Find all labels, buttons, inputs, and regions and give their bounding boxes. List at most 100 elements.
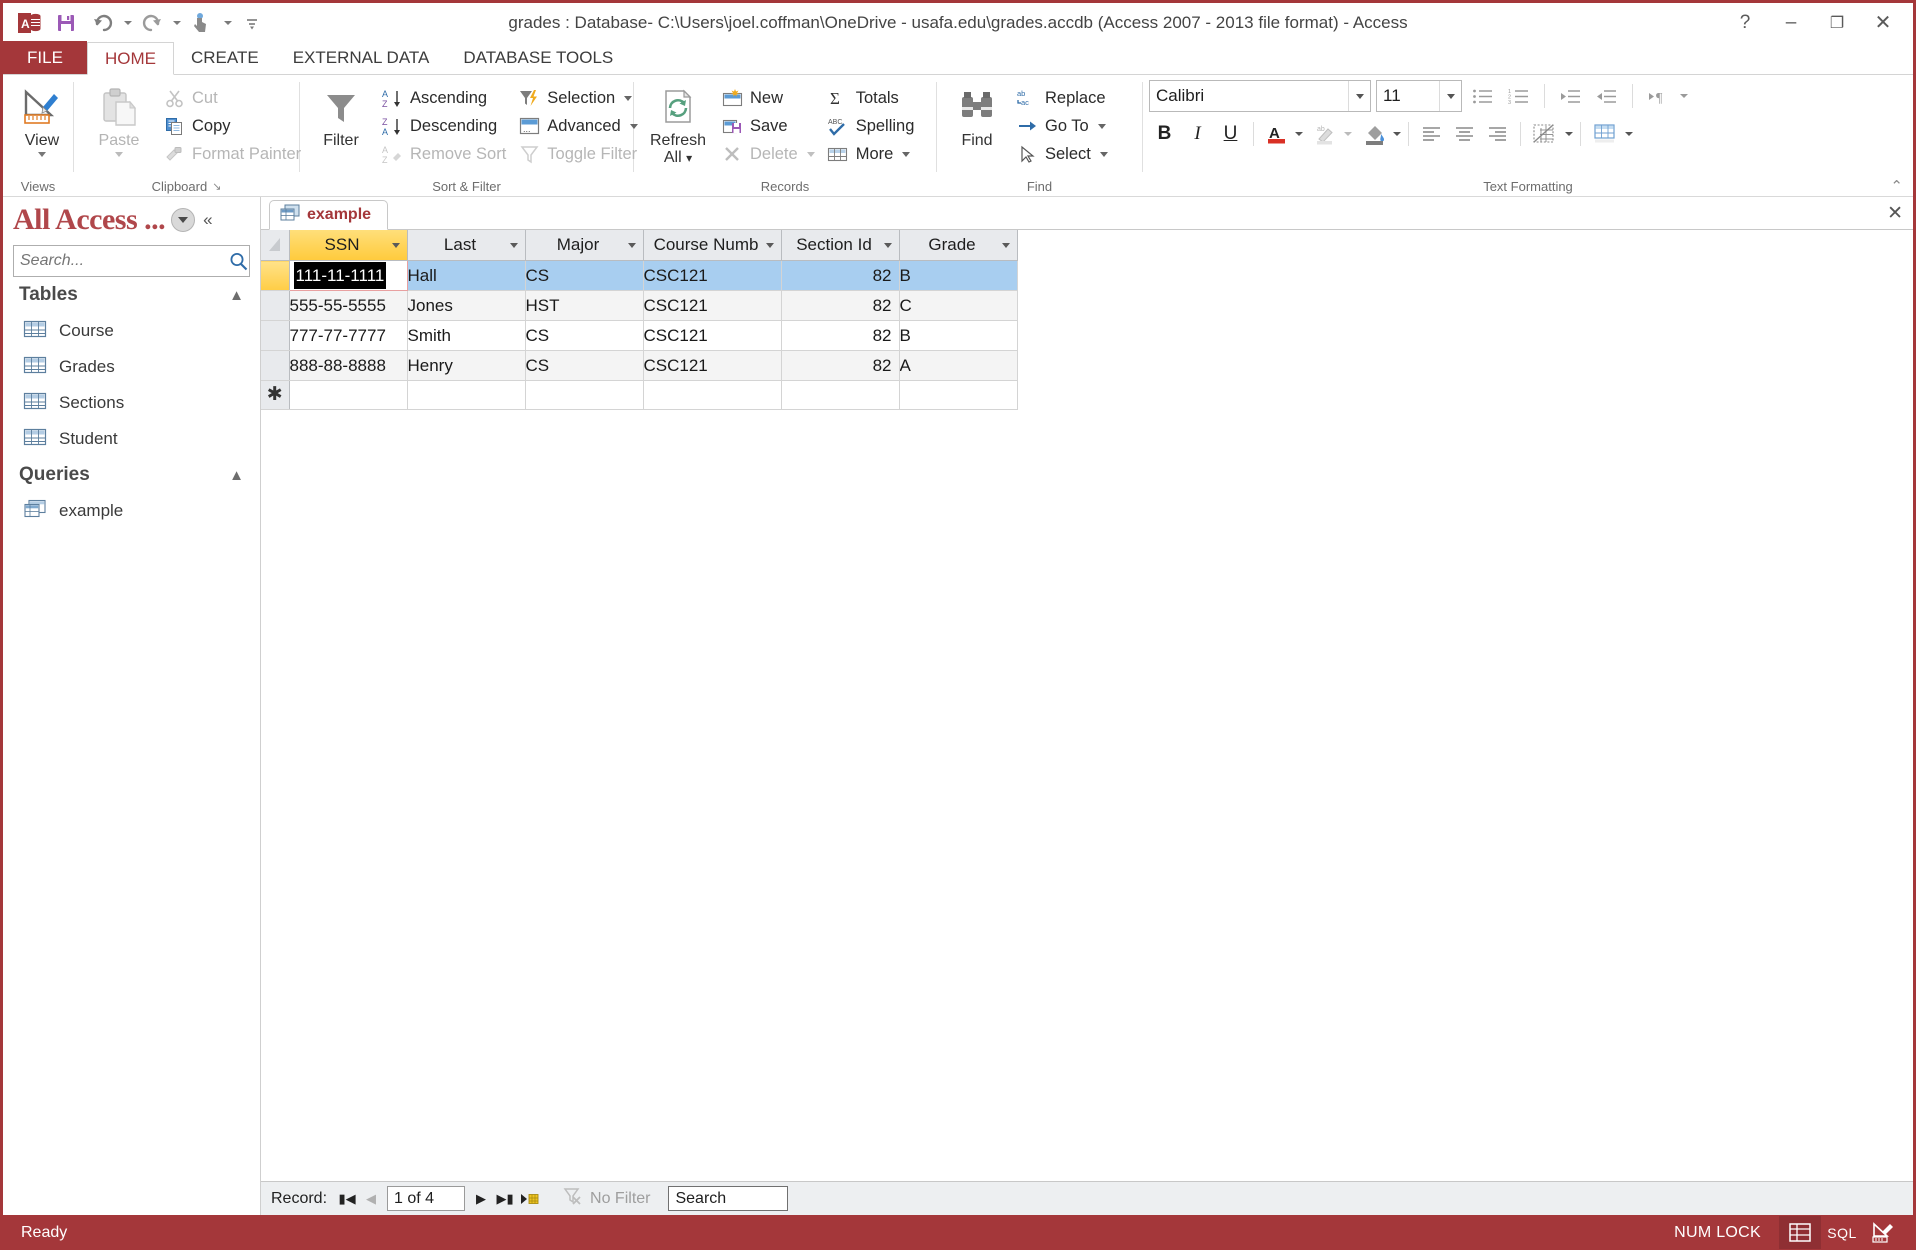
tab-create[interactable]: CREATE xyxy=(174,41,276,74)
gridlines-dropdown-icon[interactable] xyxy=(1625,131,1633,136)
background-color-dropdown-icon[interactable] xyxy=(1393,131,1401,136)
chevron-down-icon[interactable] xyxy=(509,243,518,248)
sql-view-button[interactable]: SQL xyxy=(1821,1216,1863,1249)
nav-item-example-query[interactable]: example xyxy=(3,493,260,529)
view-dropdown-icon[interactable] xyxy=(38,152,46,157)
row-selector[interactable] xyxy=(261,290,290,321)
select-button[interactable]: Select xyxy=(1011,140,1115,168)
text-highlight-button[interactable]: ab xyxy=(1310,118,1341,149)
cell-last[interactable]: Henry xyxy=(407,350,526,381)
cell-course-number[interactable]: CSC121 xyxy=(643,350,782,381)
background-color-button[interactable] xyxy=(1359,118,1390,149)
font-size-dropdown-icon[interactable] xyxy=(1439,81,1461,111)
cell-section-id[interactable]: 82 xyxy=(781,260,900,291)
font-name-dropdown-icon[interactable] xyxy=(1348,81,1370,111)
cell-course-number-new[interactable] xyxy=(643,380,782,410)
column-header-ssn[interactable]: SSN xyxy=(289,230,408,261)
delete-record-button[interactable]: Delete xyxy=(716,140,822,168)
copy-button[interactable]: Copy xyxy=(158,112,308,140)
remove-sort-button[interactable]: A Z Remove Sort xyxy=(376,140,513,168)
datasheet-formatting-button[interactable] xyxy=(1528,118,1562,149)
cell-grade[interactable]: B xyxy=(899,260,1018,291)
nav-item-student[interactable]: Student xyxy=(3,421,260,457)
close-document-button[interactable]: ✕ xyxy=(1887,202,1913,225)
column-header-last[interactable]: Last xyxy=(407,230,526,261)
view-button[interactable]: View xyxy=(9,81,75,157)
select-all-corner[interactable] xyxy=(261,230,290,261)
document-tab-example[interactable]: example xyxy=(269,200,389,230)
clipboard-dialog-launcher-icon[interactable]: ↘ xyxy=(212,180,221,193)
delete-dropdown-icon[interactable] xyxy=(806,151,815,157)
nav-pane-menu-icon[interactable] xyxy=(171,208,196,232)
undo-icon[interactable] xyxy=(86,7,120,39)
spelling-button[interactable]: ABC Spelling xyxy=(822,112,922,140)
column-header-major[interactable]: Major xyxy=(525,230,644,261)
collapse-ribbon-button[interactable]: ⌃ xyxy=(1890,177,1903,195)
column-header-section-id[interactable]: Section Id xyxy=(781,230,900,261)
cell-major-new[interactable] xyxy=(525,380,644,410)
cell-course-number[interactable]: CSC121 xyxy=(643,290,782,321)
cell-major[interactable]: CS xyxy=(525,320,644,351)
nav-group-queries[interactable]: Queries ▲ xyxy=(3,457,260,493)
advanced-button[interactable]: ... Advanced xyxy=(513,112,644,140)
nav-item-grades[interactable]: Grades xyxy=(3,349,260,385)
cell-section-id-new[interactable] xyxy=(781,380,900,410)
restore-button[interactable]: ❐ xyxy=(1815,6,1859,40)
cell-ssn-new[interactable] xyxy=(289,380,408,410)
filter-button[interactable]: Filter xyxy=(306,81,376,149)
cell-last[interactable]: Hall xyxy=(407,260,526,291)
decrease-indent-button[interactable] xyxy=(1591,81,1622,112)
design-view-button[interactable] xyxy=(1863,1216,1905,1249)
save-icon[interactable] xyxy=(49,7,83,39)
go-to-button[interactable]: Go To xyxy=(1011,112,1115,140)
row-selector[interactable] xyxy=(261,320,290,351)
go-next-icon[interactable]: ▶ xyxy=(469,1186,493,1212)
cell-last[interactable]: Jones xyxy=(407,290,526,321)
find-button[interactable]: Find xyxy=(943,81,1011,149)
ascending-button[interactable]: A Z Ascending xyxy=(376,84,513,112)
more-records-button[interactable]: More xyxy=(822,140,922,168)
cell-grade[interactable]: B xyxy=(899,320,1018,351)
table-row[interactable]: 777-77-7777 Smith CS CSC121 82 B xyxy=(261,320,1018,351)
totals-button[interactable]: Σ Totals xyxy=(822,84,922,112)
datasheet-search-input[interactable]: Search xyxy=(668,1186,789,1211)
shutter-bar-close-icon[interactable]: « xyxy=(203,210,212,230)
current-record-input[interactable]: 1 of 4 xyxy=(387,1186,466,1211)
align-center-button[interactable] xyxy=(1449,118,1480,149)
increase-indent-button[interactable] xyxy=(1555,81,1586,112)
chevron-down-icon[interactable] xyxy=(1001,243,1010,248)
new-record-button[interactable]: New xyxy=(716,84,822,112)
go-last-icon[interactable]: ▶▮ xyxy=(493,1186,517,1212)
refresh-all-button[interactable]: Refresh All ▾ xyxy=(640,81,716,167)
search-icon[interactable] xyxy=(228,246,249,276)
numbered-list-button[interactable]: 123 xyxy=(1503,81,1534,112)
help-icon[interactable]: ? xyxy=(1723,6,1767,40)
chevron-down-icon[interactable] xyxy=(627,243,636,248)
select-dropdown-icon[interactable] xyxy=(1099,151,1108,157)
undo-dropdown-icon[interactable] xyxy=(124,20,132,25)
navigation-search[interactable] xyxy=(13,245,250,277)
tab-file[interactable]: FILE xyxy=(3,41,87,74)
table-row[interactable]: 111-11-1111 Hall CS CSC121 82 B xyxy=(261,260,1018,291)
cell-section-id[interactable]: 82 xyxy=(781,320,900,351)
cell-last[interactable]: Smith xyxy=(407,320,526,351)
cut-button[interactable]: Cut xyxy=(158,84,308,112)
tab-database-tools[interactable]: DATABASE TOOLS xyxy=(446,41,630,74)
go-first-icon[interactable]: ▮◀ xyxy=(335,1186,359,1212)
text-direction-button[interactable]: ¶ xyxy=(1643,81,1674,112)
cell-ssn[interactable]: 111-11-1111 xyxy=(288,260,408,291)
nav-item-sections[interactable]: Sections xyxy=(3,385,260,421)
table-row[interactable]: 888-88-8888 Henry CS CSC121 82 A xyxy=(261,350,1018,381)
more-dropdown-icon[interactable] xyxy=(902,151,911,157)
cell-section-id[interactable]: 82 xyxy=(781,350,900,381)
font-size-combo[interactable]: 11 xyxy=(1376,80,1462,112)
cell-major[interactable]: HST xyxy=(525,290,644,321)
selection-button[interactable]: Selection xyxy=(513,84,644,112)
paste-button[interactable]: Paste xyxy=(80,81,158,157)
datasheet-formatting-dropdown-icon[interactable] xyxy=(1565,131,1573,136)
cell-grade-new[interactable] xyxy=(899,380,1018,410)
bulleted-list-button[interactable] xyxy=(1467,81,1498,112)
go-new-record-icon[interactable] xyxy=(517,1186,541,1212)
cell-last-new[interactable] xyxy=(407,380,526,410)
row-selector[interactable] xyxy=(261,260,290,291)
